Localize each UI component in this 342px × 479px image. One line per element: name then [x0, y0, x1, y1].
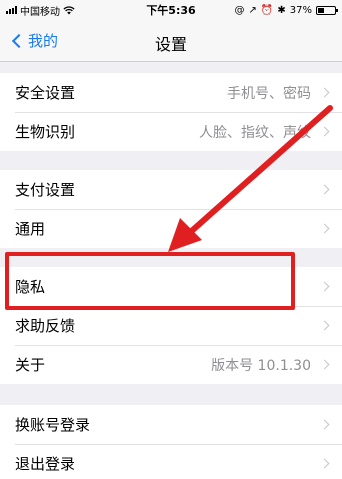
- navigation-bar: 我的 设置: [0, 20, 342, 62]
- chevron-right-icon: [319, 126, 330, 137]
- settings-group-payment: 支付设置 通用: [0, 170, 342, 248]
- signal-icon: [6, 6, 17, 14]
- chevron-right-icon: [319, 184, 330, 195]
- chevron-right-icon: [319, 320, 330, 331]
- row-general[interactable]: 通用: [0, 209, 342, 248]
- row-label: 求助反馈: [15, 317, 76, 335]
- row-value: 版本号 10.1.30: [211, 357, 311, 374]
- row-security-settings[interactable]: 安全设置 手机号、密码: [0, 73, 342, 112]
- row-help-feedback[interactable]: 求助反馈: [0, 306, 342, 345]
- row-label: 换账号登录: [15, 416, 91, 434]
- row-label: 通用: [15, 220, 46, 238]
- settings-group-account: 换账号登录 退出登录: [0, 405, 342, 479]
- row-label: 安全设置: [15, 84, 76, 102]
- row-label: 支付设置: [15, 181, 76, 199]
- row-about[interactable]: 关于 版本号 10.1.30: [0, 345, 342, 384]
- status-left: 中国移动: [6, 3, 126, 18]
- page-title: 设置: [154, 35, 187, 54]
- battery-icon: [316, 5, 338, 15]
- alarm-icon: ⏰: [260, 4, 274, 16]
- chevron-right-icon: [319, 458, 330, 469]
- highlight-box: [5, 252, 295, 310]
- settings-group-security: 安全设置 手机号、密码 生物识别 人脸、指纹、声纹: [0, 73, 342, 151]
- row-value: 手机号、密码: [227, 85, 311, 102]
- battery-percent: 37%: [289, 4, 312, 16]
- chevron-right-icon: [319, 223, 330, 234]
- row-value: 人脸、指纹、声纹: [199, 124, 311, 141]
- status-right: @ ↗ ⏰ ✱ 37%: [234, 4, 338, 16]
- chevron-right-icon: [319, 87, 330, 98]
- carrier-label: 中国移动: [20, 6, 60, 18]
- location-icon: ↗: [248, 4, 257, 16]
- row-switch-account[interactable]: 换账号登录: [0, 405, 342, 444]
- row-label: 退出登录: [15, 455, 76, 473]
- chevron-right-icon: [319, 359, 330, 370]
- status-bar: 中国移动 下午5:36 @ ↗ ⏰ ✱ 37%: [0, 0, 342, 20]
- lock-rotation-icon: @: [234, 4, 245, 16]
- row-label: 关于: [15, 356, 46, 374]
- row-payment-settings[interactable]: 支付设置: [0, 170, 342, 209]
- row-biometrics[interactable]: 生物识别 人脸、指纹、声纹: [0, 112, 342, 151]
- chevron-right-icon: [319, 419, 330, 430]
- bluetooth-icon: ✱: [277, 4, 286, 16]
- chevron-right-icon: [319, 281, 330, 292]
- row-logout[interactable]: 退出登录: [0, 444, 342, 479]
- row-label: 生物识别: [15, 123, 76, 141]
- wifi-icon: [63, 5, 75, 14]
